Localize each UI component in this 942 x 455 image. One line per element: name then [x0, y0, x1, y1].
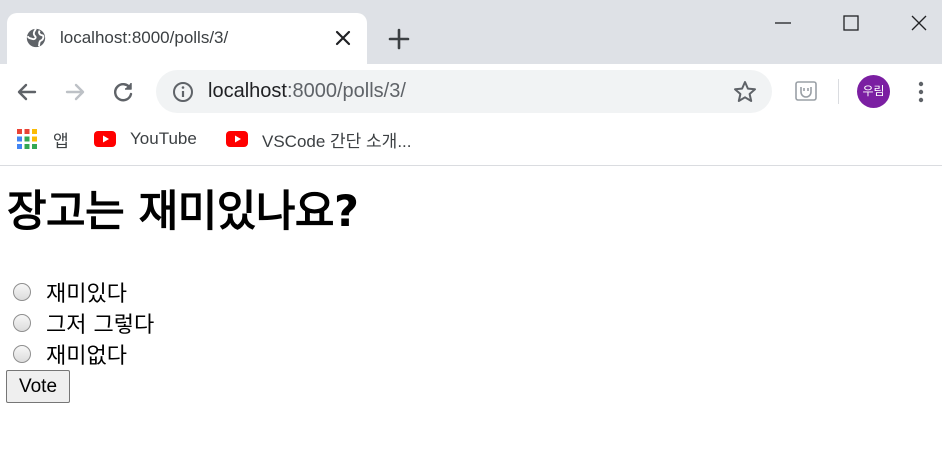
browser-toolbar: localhost:8000/polls/3/ 우림 — [0, 64, 942, 119]
choice-label: 재미없다 — [46, 343, 127, 369]
forward-arrow-icon[interactable] — [62, 79, 88, 105]
url-text[interactable]: localhost:8000/polls/3/ — [208, 79, 406, 103]
new-tab-icon[interactable] — [387, 27, 411, 51]
url-host: localhost — [208, 80, 287, 102]
bookmark-apps[interactable]: 앱 — [17, 127, 69, 151]
choice-item[interactable]: 그저 그렇다 — [13, 307, 154, 338]
url-path: :8000/polls/3/ — [286, 80, 406, 102]
choice-label: 그저 그렇다 — [46, 312, 155, 338]
bookmarks-bar: 앱 YouTube VSCode 간단 소개... — [0, 119, 942, 166]
browser-tab[interactable]: localhost:8000/polls/3/ — [7, 13, 367, 64]
vote-button[interactable]: Vote — [6, 370, 70, 403]
tab-title: localhost:8000/polls/3/ — [60, 28, 229, 47]
star-icon[interactable] — [732, 79, 758, 105]
youtube-icon — [226, 131, 248, 147]
minimize-icon[interactable] — [772, 12, 794, 34]
apps-grid-icon — [17, 129, 37, 149]
bookmark-youtube[interactable]: YouTube — [94, 127, 197, 151]
maximize-icon[interactable] — [840, 12, 862, 34]
bookmark-label: YouTube — [130, 129, 197, 148]
question-title: 장고는 재미있나요? — [7, 187, 359, 237]
globe-icon — [26, 28, 46, 48]
bookmark-vscode[interactable]: VSCode 간단 소개... — [226, 127, 412, 151]
window-close-icon[interactable] — [908, 12, 930, 34]
extension-icon[interactable] — [794, 79, 818, 103]
bookmark-label: 앱 — [53, 131, 69, 151]
choice-item[interactable]: 재미있다 — [13, 276, 127, 307]
bookmark-label: VSCode 간단 소개... — [262, 131, 412, 151]
close-tab-icon[interactable] — [333, 28, 353, 48]
choice-radio[interactable] — [13, 313, 31, 332]
choice-item[interactable]: 재미없다 — [13, 338, 127, 369]
info-icon[interactable] — [172, 81, 194, 103]
more-menu-icon[interactable] — [911, 79, 931, 105]
address-bar[interactable]: localhost:8000/polls/3/ — [156, 70, 772, 113]
tab-strip: localhost:8000/polls/3/ — [0, 0, 942, 64]
toolbar-divider — [838, 79, 839, 104]
reload-icon[interactable] — [110, 79, 136, 105]
choice-radio[interactable] — [13, 344, 31, 363]
youtube-icon — [94, 131, 116, 147]
back-arrow-icon[interactable] — [14, 79, 40, 105]
profile-avatar[interactable]: 우림 — [857, 75, 890, 108]
choice-label: 재미있다 — [46, 281, 127, 307]
choice-radio[interactable] — [13, 282, 31, 301]
page-content: 장고는 재미있나요? 재미있다 그저 그렇다 재미없다 Vote — [0, 167, 942, 455]
